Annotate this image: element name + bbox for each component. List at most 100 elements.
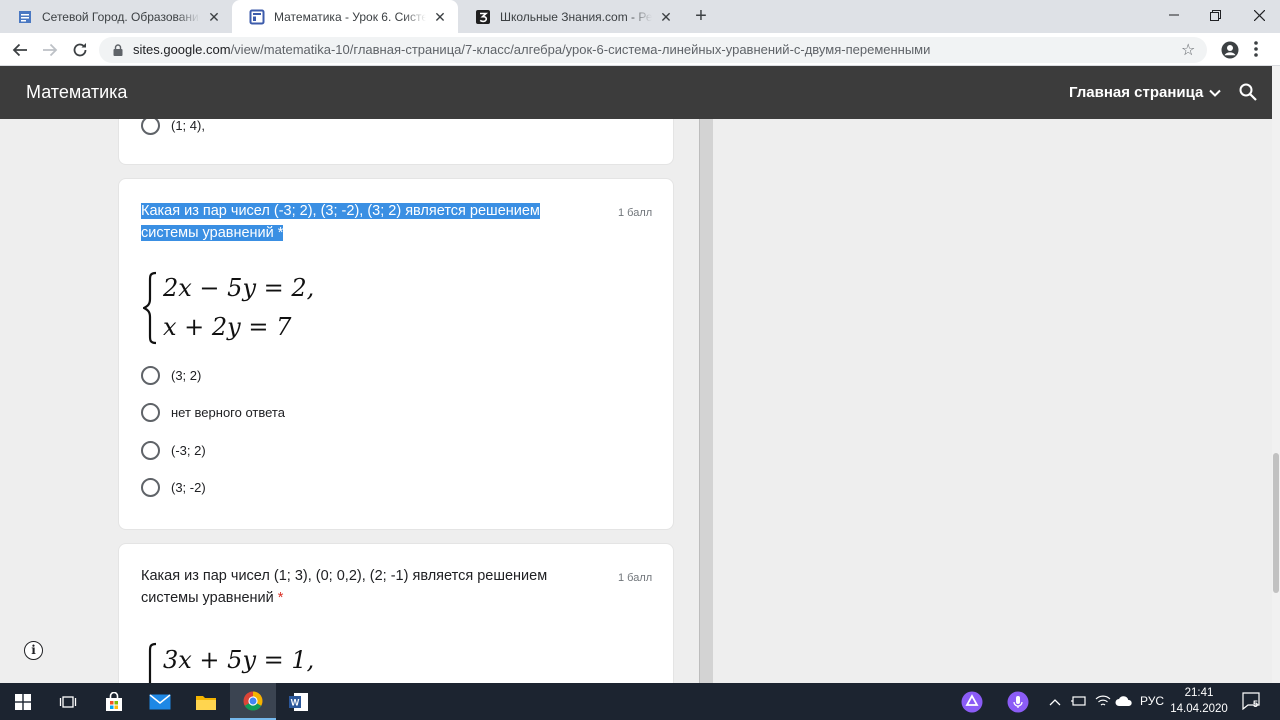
notification-icon xyxy=(1242,692,1260,711)
lock-icon xyxy=(113,44,123,56)
notifications-button[interactable]: 5 xyxy=(1242,692,1262,713)
equation-system-image: 3x + 5y = 1, xyxy=(143,632,328,683)
system-clock[interactable]: 21:41 14.04.2020 xyxy=(1163,685,1235,717)
site-search-button[interactable] xyxy=(1239,83,1257,106)
start-button[interactable] xyxy=(0,683,46,720)
new-tab-button[interactable]: + xyxy=(691,6,711,26)
tab-title: Сетевой Город. Образование. Д xyxy=(42,9,200,24)
task-view-icon xyxy=(59,695,77,708)
wifi-icon[interactable] xyxy=(1095,694,1111,711)
option-label: (-3; 2) xyxy=(171,443,206,458)
site-title[interactable]: Математика xyxy=(26,82,127,103)
tab-setevoy-gorod[interactable]: Сетевой Город. Образование. Д ✕ xyxy=(0,0,232,33)
search-icon xyxy=(1239,83,1257,101)
tab-close-button[interactable]: ✕ xyxy=(206,9,222,25)
reload-icon xyxy=(73,43,87,57)
radio-button[interactable] xyxy=(141,441,160,460)
scrollbar-thumb[interactable] xyxy=(1273,453,1279,593)
network-icon[interactable] xyxy=(1071,694,1087,711)
close-icon xyxy=(1253,9,1265,21)
equation-line: x + 2y = 7 xyxy=(163,313,292,341)
answer-option[interactable]: (3; -2) xyxy=(141,478,206,497)
tab-matematika[interactable]: Математика - Урок 6. Система л ✕ xyxy=(232,0,458,33)
question-text: Какая из пар чисел (1; 3), (0; 0,2), (2;… xyxy=(141,565,571,609)
taskbar-voice[interactable] xyxy=(996,683,1040,720)
clock-time: 21:41 xyxy=(1184,687,1214,699)
account-icon xyxy=(1221,41,1239,59)
alice-assistant-icon xyxy=(961,691,983,712)
chrome-icon xyxy=(243,691,263,710)
taskbar-store[interactable] xyxy=(91,683,137,720)
tab-close-button[interactable]: ✕ xyxy=(432,9,448,25)
radio-button[interactable] xyxy=(141,403,160,422)
question-text-content: Какая из пар чисел (-3; 2), (3; -2), (3;… xyxy=(141,203,540,241)
answer-option[interactable]: (1; 4), xyxy=(141,119,205,135)
equation-system-image: 2x − 5y = 2, x + 2y = 7 xyxy=(141,269,328,352)
taskbar-file-explorer[interactable] xyxy=(183,683,229,720)
question-card-previous: (1; 4), xyxy=(118,119,674,165)
radio-button[interactable] xyxy=(141,366,160,385)
minimize-button[interactable] xyxy=(1151,0,1197,30)
url-path: /view/matematika-10/главная-страница/7-к… xyxy=(230,42,931,57)
tab-title: Школьные Знания.com - Решае xyxy=(500,9,652,24)
option-label: нет верного ответа xyxy=(171,405,285,420)
document-blue-icon xyxy=(17,9,33,25)
folder-icon xyxy=(196,695,216,710)
content-divider xyxy=(699,119,713,683)
onedrive-cloud-icon[interactable] xyxy=(1115,695,1133,710)
url-host: sites.google.com xyxy=(133,42,231,57)
windows-logo-icon xyxy=(15,693,31,710)
required-mark: * xyxy=(277,590,284,606)
address-bar[interactable]: sites.google.com/view/matematika-10/глав… xyxy=(99,37,1207,63)
restore-icon xyxy=(1209,9,1221,21)
answer-option[interactable]: (-3; 2) xyxy=(141,441,206,460)
taskbar-mail[interactable] xyxy=(137,683,183,720)
restore-button[interactable] xyxy=(1192,0,1238,30)
chevron-up-icon[interactable] xyxy=(1049,695,1061,709)
vertical-scrollbar[interactable] xyxy=(1272,66,1280,683)
znanija-icon xyxy=(475,9,491,25)
microphone-icon xyxy=(1007,691,1029,712)
forward-button[interactable] xyxy=(38,38,62,62)
browser-menu-button[interactable] xyxy=(1253,41,1259,57)
url-text: sites.google.com/view/matematika-10/глав… xyxy=(133,42,930,57)
chevron-down-icon xyxy=(1209,89,1222,97)
taskbar-alice[interactable] xyxy=(950,683,994,720)
points-label: 1 балл xyxy=(618,207,653,219)
site-header: Математика Главная страница xyxy=(0,66,1272,119)
tab-title: Математика - Урок 6. Система л xyxy=(274,9,426,24)
option-label: (1; 4), xyxy=(171,119,205,133)
taskbar-chrome[interactable] xyxy=(230,683,276,720)
reload-button[interactable] xyxy=(68,38,92,62)
radio-button[interactable] xyxy=(141,478,160,497)
option-label: (3; 2) xyxy=(171,368,202,383)
tab-znanija[interactable]: Школьные Знания.com - Решае ✕ xyxy=(458,0,684,33)
bookmark-star-icon[interactable]: ☆ xyxy=(1181,40,1195,60)
question-text-content: Какая из пар чисел (1; 3), (0; 0,2), (2;… xyxy=(141,568,548,606)
back-button[interactable] xyxy=(8,38,32,62)
question-card: Какая из пар чисел (-3; 2), (3; -2), (3;… xyxy=(118,178,674,530)
mail-icon xyxy=(149,693,171,709)
taskbar-word[interactable]: W xyxy=(276,683,322,720)
radio-button[interactable] xyxy=(141,119,160,135)
question-text: Какая из пар чисел (-3; 2), (3; -2), (3;… xyxy=(141,200,571,244)
more-vert-icon xyxy=(1254,41,1258,57)
arrow-back-icon xyxy=(12,43,27,57)
svg-text:W: W xyxy=(291,697,300,707)
store-bag-icon xyxy=(106,691,122,711)
answer-option[interactable]: (3; 2) xyxy=(141,366,201,385)
arrow-forward-icon xyxy=(43,43,58,57)
equation-line: 2x − 5y = 2, xyxy=(162,274,314,302)
page-content: (1; 4), Какая из пар чисел (-3; 2), (3; … xyxy=(0,119,1272,683)
close-window-button[interactable] xyxy=(1236,0,1280,30)
profile-button[interactable] xyxy=(1221,41,1239,64)
right-pane xyxy=(713,119,1272,683)
answer-option[interactable]: нет верного ответа xyxy=(141,403,285,422)
tab-close-button[interactable]: ✕ xyxy=(658,9,674,25)
task-view-button[interactable] xyxy=(45,683,91,720)
word-icon: W xyxy=(289,692,308,711)
info-icon[interactable]: i xyxy=(24,641,43,660)
option-label: (3; -2) xyxy=(171,480,206,495)
site-nav-dropdown[interactable]: Главная страница xyxy=(1069,84,1222,101)
language-indicator[interactable]: РУС xyxy=(1140,694,1164,708)
